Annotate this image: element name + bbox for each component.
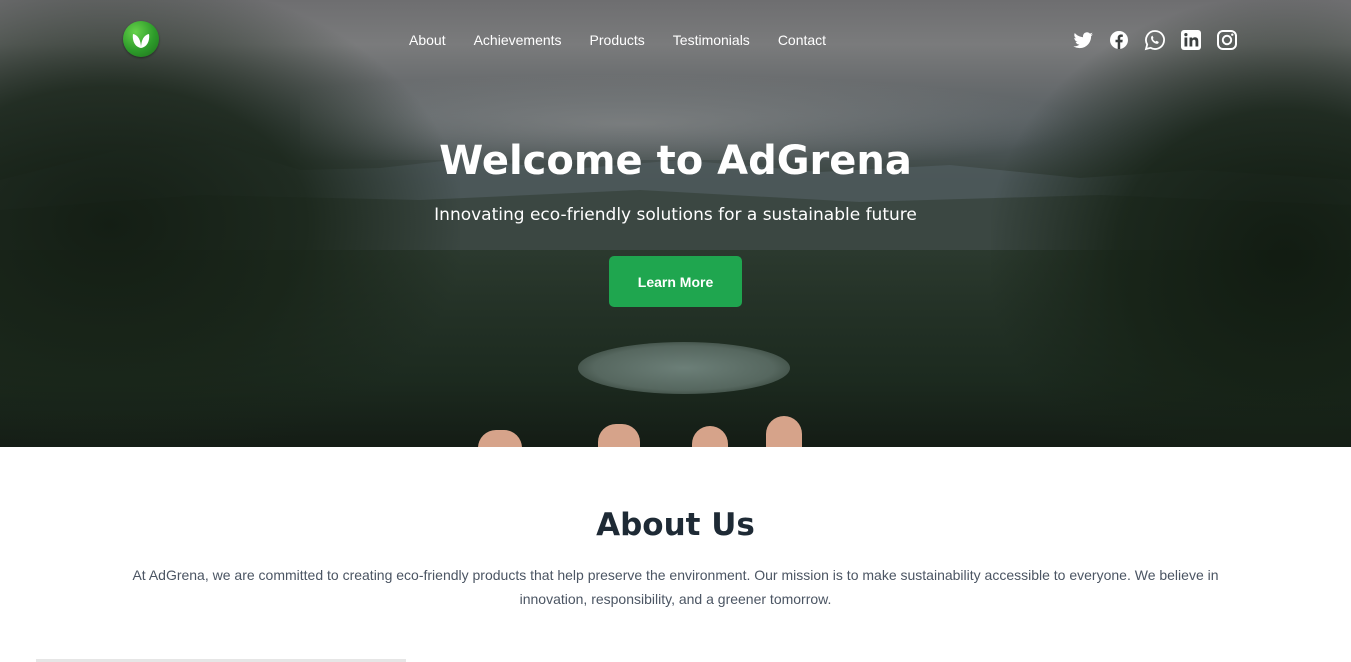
hero-hand <box>470 412 810 447</box>
main-nav: About Achievements Products Testimonials… <box>395 30 840 50</box>
about-title: About Us <box>596 507 755 543</box>
about-text: At AdGrena, we are committed to creating… <box>132 567 1219 607</box>
learn-more-button[interactable]: Learn More <box>609 256 742 307</box>
nav-link-products[interactable]: Products <box>590 30 645 50</box>
nav-link-achievements[interactable]: Achievements <box>474 30 562 50</box>
instagram-icon[interactable] <box>1215 28 1239 52</box>
hero-subtitle: Innovating eco-friendly solutions for a … <box>434 205 917 225</box>
hero-lake <box>578 342 790 394</box>
whatsapp-icon[interactable] <box>1143 28 1167 52</box>
facebook-icon[interactable] <box>1107 28 1131 52</box>
nav-link-contact[interactable]: Contact <box>778 30 826 50</box>
twitter-icon[interactable] <box>1071 28 1095 52</box>
social-links <box>1071 28 1251 52</box>
leaf-logo-icon[interactable] <box>123 21 159 57</box>
hero-title: Welcome to AdGrena <box>439 138 912 184</box>
nav-link-testimonials[interactable]: Testimonials <box>673 30 750 50</box>
nav-link-about[interactable]: About <box>409 30 446 50</box>
linkedin-icon[interactable] <box>1179 28 1203 52</box>
